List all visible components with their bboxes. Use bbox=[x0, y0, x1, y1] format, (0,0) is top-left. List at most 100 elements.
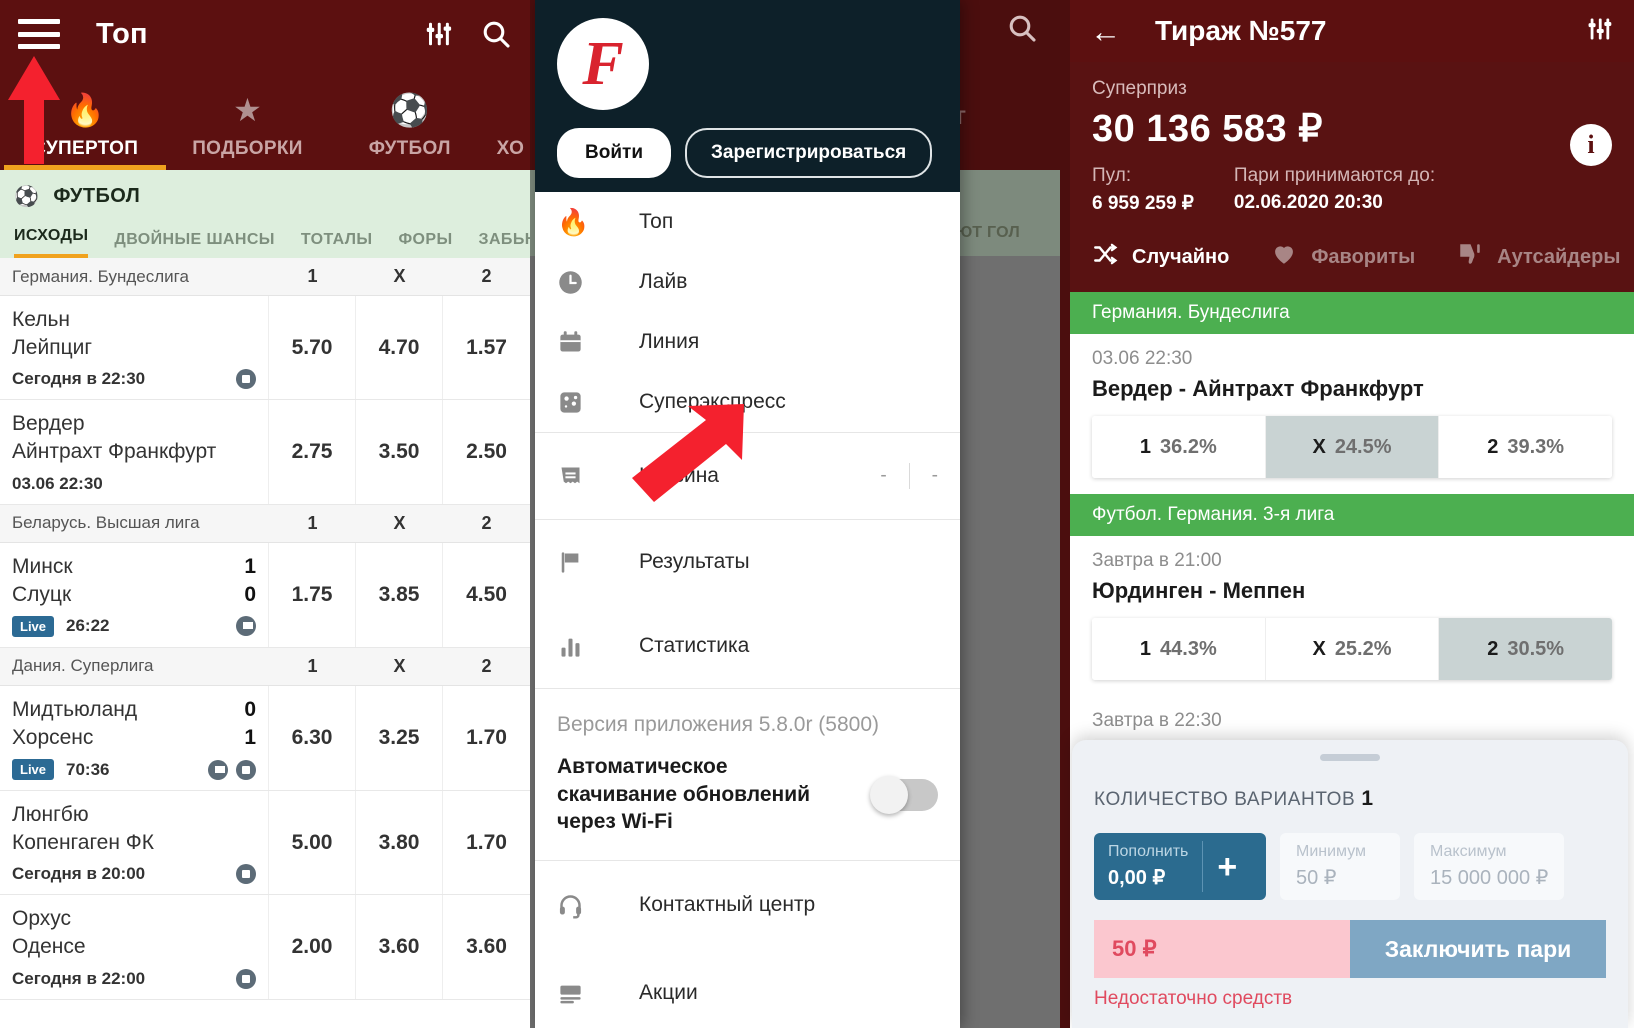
table-row[interactable]: Мидтьюланд 0 Хорсенс 1 Live 70:36 6.30 3.2… bbox=[0, 685, 530, 791]
option-x[interactable]: X 25.2% bbox=[1265, 618, 1440, 680]
info-icon[interactable]: i bbox=[1570, 124, 1612, 166]
away-team: Слуцк bbox=[12, 582, 72, 606]
odd-cell-2[interactable]: 3.60 bbox=[443, 895, 530, 998]
drawer-item-statistics[interactable]: Статистика bbox=[535, 604, 960, 688]
maximum-stake-box[interactable]: Максимум 15 000 000 ₽ bbox=[1414, 833, 1565, 900]
option-2[interactable]: 2 39.3% bbox=[1439, 416, 1612, 478]
drawer-item-line[interactable]: Линия bbox=[535, 312, 960, 372]
market-tab-double-chance[interactable]: ДВОЙНЫЕ ШАНСЫ bbox=[114, 231, 274, 258]
match-info[interactable]: Кельн Лейпциг Сегодня в 22:30 bbox=[0, 296, 269, 400]
soccer-ball-icon: ⚽ bbox=[14, 186, 40, 208]
market-tabs: ИСХОДЫ ДВОЙНЫЕ ШАНСЫ ТОТАЛЫ ФОРЫ ЗАБЬЮТ … bbox=[14, 227, 530, 258]
odd-cell-1[interactable]: 6.30 bbox=[269, 685, 356, 790]
event-name: Юрдинген - Меппен bbox=[1092, 578, 1306, 603]
match-info[interactable]: Мидтьюланд 0 Хорсенс 1 Live 70:36 bbox=[0, 685, 269, 790]
video-icon bbox=[236, 864, 256, 885]
match-info[interactable]: Орхус Оденсе Сегодня в 22:00 bbox=[0, 895, 269, 999]
match-info[interactable]: Минск 1 Слуцк 0 Live 26:22 bbox=[0, 542, 269, 647]
odd-cell-x[interactable]: 3.80 bbox=[356, 791, 443, 895]
odd-cell-1[interactable]: 5.00 bbox=[269, 791, 356, 895]
place-bet-button[interactable]: Заключить пари bbox=[1350, 920, 1606, 978]
odd-cell-1[interactable]: 2.00 bbox=[269, 895, 356, 999]
stake-input[interactable]: 50 ₽ bbox=[1094, 920, 1350, 978]
market-tab-ishody[interactable]: ИСХОДЫ bbox=[14, 227, 89, 258]
hamburger-icon[interactable] bbox=[18, 19, 60, 49]
event-options: 1 44.3% X 25.2% 2 30.5% bbox=[1092, 618, 1612, 680]
app-version-text: Версия приложения 5.8.0r (5800) bbox=[557, 713, 880, 736]
table-row[interactable]: Орхус Оденсе Сегодня в 22:00 2.00 3.60 3… bbox=[0, 895, 530, 1000]
receipt-icon bbox=[557, 463, 611, 490]
table-row[interactable]: Вердер Айнтрахт Франкфурт 03.06 22:30 2.… bbox=[0, 400, 530, 505]
tab-podborki[interactable]: ★ ПОДБОРКИ bbox=[166, 90, 328, 170]
mode-outsiders[interactable]: Аутсайдеры bbox=[1457, 241, 1620, 274]
topup-button[interactable]: Пополнить 0,00 ₽ + bbox=[1094, 833, 1266, 900]
odd-cell-2[interactable]: 1.70 bbox=[443, 686, 530, 790]
match-info[interactable]: Вердер Айнтрахт Франкфурт 03.06 22:30 bbox=[0, 400, 269, 504]
option-pct: 36.2% bbox=[1160, 435, 1217, 458]
plus-icon[interactable]: + bbox=[1217, 850, 1247, 884]
minimum-stake-box[interactable]: Минимум 50 ₽ bbox=[1280, 833, 1400, 900]
table-row[interactable]: Кельн Лейпциг Сегодня в 22:30 5.70 4.70 … bbox=[0, 296, 530, 401]
mode-random[interactable]: Случайно bbox=[1092, 241, 1229, 274]
page-title: Тираж №577 bbox=[1155, 15, 1327, 46]
odd-cell-2[interactable]: 1.57 bbox=[443, 296, 530, 399]
page-title: Топ bbox=[96, 17, 148, 50]
deadline-block: Пари принимаются до: 02.06.2020 20:30 bbox=[1234, 165, 1435, 215]
table-row[interactable]: Люнгбю Копенгаген ФК Сегодня в 20:00 5.0… bbox=[0, 791, 530, 896]
drawer-item-live[interactable]: Лайв bbox=[535, 252, 960, 312]
tab-supertop[interactable]: 🔥 СУПЕРТОП bbox=[4, 90, 167, 170]
option-x[interactable]: X 24.5% bbox=[1265, 416, 1440, 478]
drawer-item-superexpress[interactable]: Суперэкспресс bbox=[535, 372, 960, 432]
league-header-row[interactable]: Дания. Суперлига 1 X 2 bbox=[0, 647, 530, 686]
tab-label: ФУТБОЛ bbox=[368, 138, 451, 159]
market-tab-btts[interactable]: ЗАБЬЮТ ГОЛ bbox=[479, 231, 530, 258]
option-code: X bbox=[1312, 435, 1326, 458]
league-header-row[interactable]: Беларусь. Высшая лига 1 X 2 bbox=[0, 504, 530, 543]
odd-cell-x[interactable]: 3.25 bbox=[356, 685, 443, 790]
odd-cell-x[interactable]: 4.70 bbox=[356, 296, 443, 400]
drawer-item-cart[interactable]: Корзина - - bbox=[535, 433, 960, 519]
wifi-autoupdate-row[interactable]: Автоматическое скачивание обновлений чер… bbox=[535, 737, 960, 860]
option-pct: 39.3% bbox=[1507, 435, 1565, 458]
drawer-item-label: Корзина bbox=[639, 464, 719, 487]
match-info[interactable]: Люнгбю Копенгаген ФК Сегодня в 20:00 bbox=[0, 791, 269, 895]
option-1[interactable]: 1 44.3% bbox=[1092, 618, 1266, 680]
wifi-autoupdate-toggle[interactable] bbox=[870, 775, 938, 814]
odd-cell-1[interactable]: 1.75 bbox=[269, 542, 356, 647]
odd-cell-x[interactable]: 3.85 bbox=[356, 542, 443, 647]
home-team: Минск bbox=[12, 554, 73, 578]
option-1[interactable]: 1 36.2% bbox=[1092, 416, 1266, 478]
market-tab-handicaps[interactable]: ФОРЫ bbox=[399, 231, 453, 258]
heart-icon bbox=[1271, 241, 1297, 274]
odd-cell-2[interactable]: 2.50 bbox=[443, 400, 530, 503]
odd-cell-x[interactable]: 3.50 bbox=[356, 400, 443, 504]
option-2[interactable]: 2 30.5% bbox=[1439, 618, 1612, 680]
sheet-drag-handle[interactable] bbox=[1320, 754, 1380, 761]
odd-cell-2[interactable]: 1.70 bbox=[443, 791, 530, 894]
drawer-item-contact-center[interactable]: Контактный центр bbox=[535, 861, 960, 949]
mode-favorites[interactable]: Фавориты bbox=[1271, 241, 1415, 274]
column-header-2: 2 bbox=[481, 512, 492, 533]
field-icon bbox=[208, 759, 228, 780]
back-arrow-icon[interactable]: ← bbox=[1090, 16, 1121, 47]
league-header-row[interactable]: Германия. Бундеслига 1 X 2 bbox=[0, 258, 530, 296]
home-team: Вердер bbox=[12, 412, 85, 436]
odd-cell-1[interactable]: 5.70 bbox=[269, 296, 356, 400]
search-icon[interactable] bbox=[480, 18, 512, 50]
dice-icon bbox=[557, 389, 611, 416]
odd-cell-x[interactable]: 3.60 bbox=[356, 895, 443, 999]
odd-cell-1[interactable]: 2.75 bbox=[269, 400, 356, 504]
login-button[interactable]: Войти bbox=[557, 128, 671, 178]
tab-football[interactable]: ⚽ ФУТБОЛ bbox=[329, 90, 491, 170]
drawer-item-results[interactable]: Результаты bbox=[535, 520, 960, 604]
drawer-item-promotions[interactable]: Акции bbox=[535, 949, 960, 1028]
odd-cell-2[interactable]: 4.50 bbox=[443, 543, 530, 647]
drawer-item-top[interactable]: 🔥 Топ bbox=[535, 192, 960, 252]
market-tab-totals[interactable]: ТОТАЛЫ bbox=[301, 231, 373, 258]
event-card: Завтра в 21:00 Юрдинген - Меппен 1 44.3%… bbox=[1070, 536, 1634, 680]
sliders-icon[interactable] bbox=[424, 19, 454, 49]
table-row[interactable]: Минск 1 Слуцк 0 Live 26:22 1.75 3.85 4.50 bbox=[0, 542, 530, 648]
sliders-icon[interactable] bbox=[1586, 15, 1614, 48]
tab-hockey[interactable]: ХО bbox=[491, 90, 530, 170]
register-button[interactable]: Зарегистрироваться bbox=[685, 128, 933, 178]
